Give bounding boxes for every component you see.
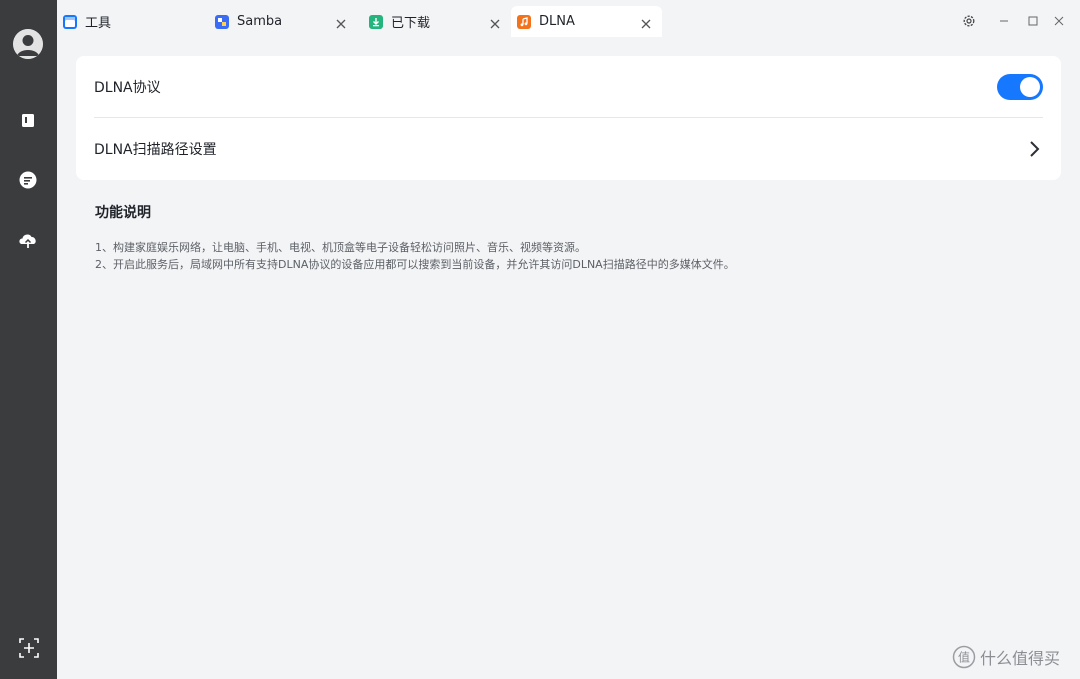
description-line: 2、开启此服务后，局域网中所有支持DLNA协议的设备应用都可以搜索到当前设备，并… — [95, 258, 735, 271]
add-app-icon — [19, 638, 39, 658]
user-icon — [13, 29, 43, 59]
settings-button[interactable] — [962, 14, 976, 28]
sidebar-add-button[interactable] — [17, 636, 41, 660]
tab-bar: 工具 Samba 已下载 DLNA — [57, 0, 1080, 42]
close-icon — [1054, 16, 1064, 26]
dlna-protocol-toggle[interactable] — [997, 74, 1043, 100]
sidebar-files-button[interactable] — [16, 108, 40, 132]
download-icon — [369, 14, 383, 29]
minimize-icon — [1000, 20, 1008, 22]
tab-tools[interactable]: 工具 — [57, 6, 203, 37]
dlna-icon — [517, 14, 531, 29]
tab-label: DLNA — [539, 14, 575, 29]
watermark-text: 什么值得买 — [980, 649, 1061, 668]
watermark: 值 什么值得买 — [952, 645, 1060, 669]
scan-path-row[interactable]: DLNA扫描路径设置 — [94, 118, 1043, 180]
close-icon[interactable] — [489, 15, 501, 29]
dlna-protocol-row: DLNA协议 — [94, 56, 1043, 118]
chevron-right-icon — [1030, 141, 1040, 157]
description-title: 功能说明 — [95, 205, 151, 221]
user-avatar[interactable] — [13, 29, 43, 59]
tab-label: 已下载 — [391, 16, 431, 31]
cloud-upload-icon — [19, 234, 36, 248]
tab-dlna[interactable]: DLNA — [511, 6, 662, 37]
folder-icon — [22, 114, 34, 127]
sidebar — [0, 0, 57, 679]
minimize-button[interactable] — [997, 14, 1011, 28]
description-line: 1、构建家庭娱乐网络，让电脑、手机、电视、机顶盒等电子设备轻松访问照片、音乐、视… — [95, 241, 586, 254]
gear-icon — [963, 15, 975, 27]
svg-text:值: 值 — [958, 650, 970, 665]
sidebar-cloud-button[interactable] — [16, 228, 40, 252]
samba-icon — [215, 14, 229, 29]
sidebar-messages-button[interactable] — [16, 168, 40, 192]
chat-icon — [19, 171, 37, 189]
toolbox-icon — [63, 14, 77, 29]
maximize-icon — [1028, 16, 1038, 26]
toggle-knob — [1020, 77, 1040, 97]
tab-label: Samba — [237, 14, 283, 29]
close-icon[interactable] — [640, 15, 652, 29]
maximize-button[interactable] — [1026, 14, 1040, 28]
scan-path-label: DLNA扫描路径设置 — [94, 142, 217, 158]
tab-label: 工具 — [85, 16, 112, 31]
dlna-protocol-label: DLNA协议 — [94, 80, 161, 96]
close-icon[interactable] — [335, 15, 347, 29]
tab-downloaded[interactable]: 已下载 — [363, 6, 511, 37]
watermark-logo-icon: 值 — [952, 645, 976, 669]
tab-samba[interactable]: Samba — [209, 6, 357, 37]
close-window-button[interactable] — [1052, 14, 1066, 28]
dlna-settings-card: DLNA协议 DLNA扫描路径设置 — [76, 56, 1061, 180]
